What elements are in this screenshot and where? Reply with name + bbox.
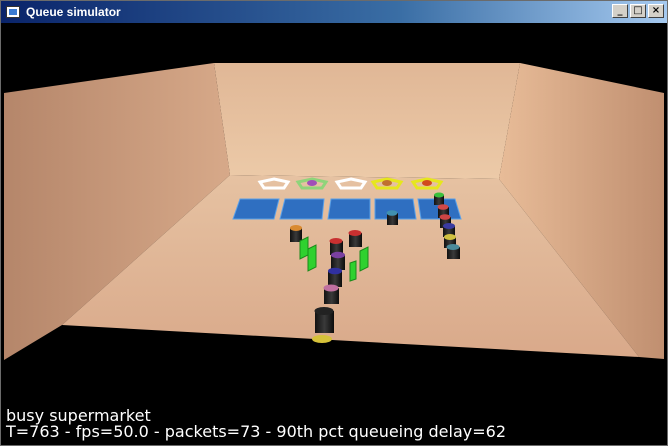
stats-readout: T=763 - fps=50.0 - packets=73 - 90th pct… <box>6 422 506 441</box>
customer-in-service <box>307 180 317 186</box>
simulation-scene <box>4 63 664 360</box>
queue-gate <box>307 244 317 272</box>
maximize-button[interactable]: □ <box>630 4 646 18</box>
back-wall <box>214 63 520 179</box>
window-controls: _ □ × <box>612 4 664 18</box>
app-window: Queue simulator _ □ × busy supermarket T… <box>0 0 668 446</box>
close-button[interactable]: × <box>648 4 664 18</box>
window-title: Queue simulator <box>26 5 121 19</box>
title-bar[interactable]: Queue simulator _ □ × <box>1 1 667 23</box>
server-pad <box>232 198 280 220</box>
minimize-icon: _ <box>617 5 623 16</box>
customer-in-service <box>422 180 432 186</box>
app-icon[interactable] <box>6 6 20 18</box>
server-pads <box>232 198 462 220</box>
maximize-icon: □ <box>633 5 643 16</box>
queue-gate <box>349 260 357 282</box>
customer-in-service <box>382 180 392 186</box>
minimize-button[interactable]: _ <box>612 4 628 18</box>
server-pad <box>327 198 371 220</box>
3d-viewport[interactable]: busy supermarket T=763 - fps=50.0 - pack… <box>4 23 664 443</box>
close-icon: × <box>651 5 661 16</box>
server-pad <box>279 198 325 220</box>
queue-gate <box>299 236 309 260</box>
queue-gate <box>359 246 369 272</box>
